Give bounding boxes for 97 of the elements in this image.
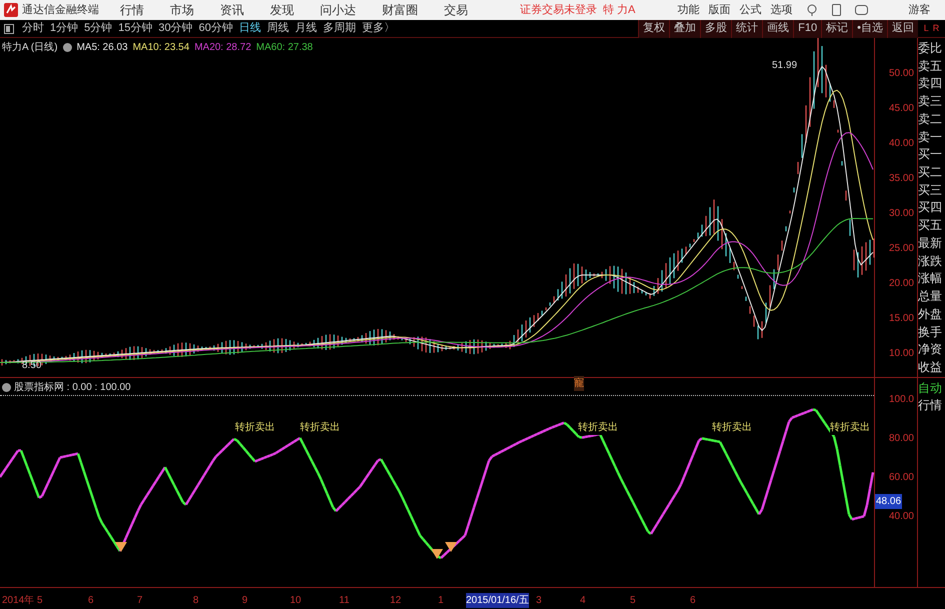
price-tick: 40.00	[888, 137, 914, 151]
period-tab[interactable]: 1分钟	[50, 20, 78, 37]
menu-item[interactable]: 版面	[708, 2, 730, 18]
price-tick: 45.00	[888, 102, 914, 116]
period-tab[interactable]: 15分钟	[118, 20, 152, 37]
quote-label: 卖五	[918, 58, 943, 74]
corner-label: R	[932, 22, 940, 35]
quote-label: 委比	[918, 40, 943, 56]
user-name[interactable]: 游客	[908, 2, 930, 18]
price-tick: 15.00	[888, 312, 914, 326]
date-tick: 6	[88, 594, 94, 608]
event-marker: 寵	[574, 376, 584, 391]
mode-button[interactable]: 自动	[918, 380, 945, 397]
period-tab[interactable]: 60分钟	[198, 20, 233, 37]
price-tick: 20.00	[888, 277, 914, 291]
toolbar-button[interactable]: 画线	[762, 20, 794, 38]
menu-item[interactable]: 行情	[120, 1, 144, 19]
menu-item[interactable]: 资讯	[220, 1, 244, 19]
current-value-badge: 48.06	[875, 494, 902, 509]
period-tab[interactable]: 30分钟	[158, 20, 193, 37]
date-tick: 3	[536, 594, 542, 608]
date-tick: 1	[438, 594, 444, 608]
date-tick: 5	[630, 594, 636, 608]
date-tick: 11	[339, 594, 350, 608]
price-tick: 50.00	[888, 67, 914, 81]
toolbar-button[interactable]: 多股	[700, 20, 732, 38]
date-tick: 8	[193, 594, 199, 608]
toolbar-button[interactable]: 叠加	[669, 20, 700, 38]
toolbar-button[interactable]: 统计	[731, 20, 762, 38]
indicator-tick: 40.00	[888, 510, 914, 524]
quote-label: 买一	[918, 146, 943, 162]
period-tab[interactable]: 分时	[22, 20, 44, 37]
toolbar-button[interactable]: 返回	[887, 20, 918, 38]
menu-item[interactable]: 公式	[739, 2, 762, 18]
period-tab[interactable]: 5分钟	[84, 20, 112, 37]
quote-label: 卖四	[918, 75, 943, 92]
mode-button[interactable]: 行情	[918, 397, 945, 414]
app-title: 通达信金融终端	[22, 2, 100, 18]
quote-label: 卖二	[918, 110, 943, 127]
quote-label: 卖一	[918, 128, 943, 145]
price-tick: 30.00	[888, 207, 914, 221]
cursor-date: 2015/01/16/五	[466, 593, 529, 608]
ma-legend: MA20: 28.72	[194, 40, 252, 55]
date-tick: 4	[580, 594, 586, 608]
period-tab[interactable]: 月线	[295, 20, 317, 37]
date-tick: 2014年 5	[2, 594, 43, 608]
menu-item[interactable]: 交易	[444, 1, 468, 19]
price-tick: 35.00	[888, 172, 914, 186]
quote-label: 买五	[918, 217, 943, 234]
date-tick: 12	[390, 594, 402, 608]
toolbar-button[interactable]: F10	[793, 20, 822, 38]
date-tick: 10	[290, 594, 302, 608]
period-tab[interactable]: 周线	[267, 20, 289, 37]
toolbar-button[interactable]: 标记	[821, 20, 852, 38]
indicator-title: 股票指标网 : 0.00 : 100.00	[14, 380, 131, 395]
quote-label: 买三	[918, 182, 943, 198]
quote-label: 净资	[918, 341, 943, 358]
date-tick: 7	[137, 594, 143, 608]
quote-label: 外盘	[918, 306, 943, 322]
indicator-tick: 80.00	[888, 432, 914, 446]
quote-label: 总量	[918, 288, 943, 304]
chart-title: 特力A (日线)	[2, 40, 58, 55]
quote-label: 最新	[918, 234, 943, 251]
indicator-tick: 100.0	[888, 393, 914, 407]
ma-legend: MA60: 27.38	[256, 40, 313, 55]
menu-item[interactable]: 市场	[170, 1, 194, 19]
price-tick: 10.00	[888, 347, 914, 361]
login-notice: 证券交易未登录	[520, 2, 597, 18]
quote-label: 卖三	[918, 93, 943, 110]
menu-item[interactable]: 功能	[677, 2, 700, 18]
menu-item[interactable]: 问小达	[320, 1, 356, 19]
period-tab[interactable]: 更多〉	[362, 20, 395, 37]
menu-item[interactable]: 选项	[770, 2, 792, 18]
date-tick: 6	[690, 594, 696, 608]
quote-label: 涨跌	[918, 252, 943, 269]
toolbar-button[interactable]: •自选	[852, 20, 887, 38]
menu-item[interactable]: 财富圈	[382, 1, 418, 19]
indicator-tick: 60.00	[888, 471, 914, 485]
signal-label: 转折卖出	[578, 420, 618, 435]
stock-name: 特 力A	[603, 2, 636, 18]
menu-item[interactable]: 发现	[270, 1, 294, 19]
date-tick: 9	[242, 594, 248, 608]
period-tab[interactable]: 日线	[239, 20, 261, 37]
corner-label: L	[924, 22, 929, 35]
low-price-label: 8.50	[22, 359, 42, 373]
ma-legend: MA5: 26.03	[76, 40, 128, 55]
quote-label: 涨幅	[918, 270, 943, 286]
price-tick: 25.00	[888, 242, 914, 256]
ma-legend: MA10: 23.54	[132, 40, 190, 55]
high-price-label: 51.99	[772, 59, 798, 73]
quote-label: 收益	[918, 358, 943, 375]
period-tab[interactable]: 多周期	[323, 20, 356, 37]
signal-label: 转折卖出	[830, 420, 870, 435]
quote-label: 买四	[918, 199, 943, 216]
toolbar-button[interactable]: 复权	[638, 20, 670, 38]
quote-label: 换手	[918, 324, 943, 340]
quote-label: 买二	[918, 164, 943, 180]
